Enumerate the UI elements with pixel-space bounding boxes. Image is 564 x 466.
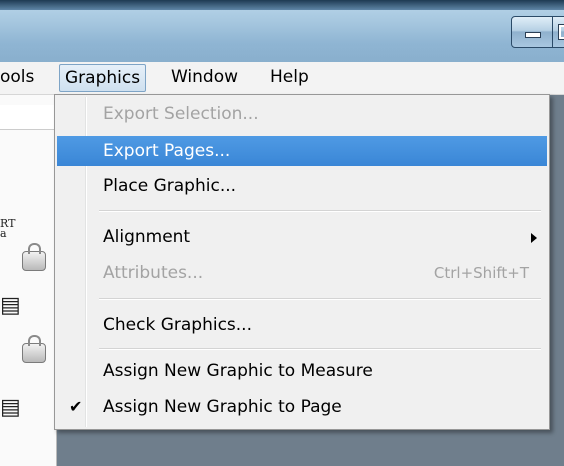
- menu-window[interactable]: Window: [165, 64, 244, 90]
- menu-item-alignment[interactable]: Alignment: [57, 222, 547, 252]
- menu-item-label: Place Graphic...: [103, 176, 237, 196]
- menu-item-label: Attributes...: [103, 263, 204, 283]
- menu-item-place-graphic[interactable]: Place Graphic...: [57, 171, 547, 201]
- submenu-arrow-icon: [531, 233, 537, 243]
- title-bar-band: [0, 0, 564, 10]
- menu-item-export-pages[interactable]: Export Pages...: [57, 136, 547, 166]
- menu-item-label: Assign New Graphic to Page: [103, 397, 342, 417]
- menu-item-label: Alignment: [103, 227, 191, 247]
- menu-graphics[interactable]: Graphics: [59, 64, 147, 92]
- menu-separator: [99, 298, 541, 300]
- lock-icon[interactable]: [22, 335, 46, 363]
- menu-item-export-selection[interactable]: Export Selection...: [57, 99, 547, 129]
- menu-tools[interactable]: ools: [0, 64, 40, 90]
- document-text-fragment: RT a: [0, 218, 15, 240]
- minimize-button[interactable]: [511, 16, 553, 48]
- menu-help[interactable]: Help: [264, 64, 315, 90]
- minimize-icon: [525, 32, 541, 38]
- menu-item-label: Export Pages...: [103, 141, 231, 161]
- menu-item-label: Assign New Graphic to Measure: [103, 361, 373, 381]
- menu-item-attributes[interactable]: Attributes... Ctrl+Shift+T: [57, 258, 547, 288]
- graphics-menu: Export Selection... Export Pages... Plac…: [54, 94, 550, 430]
- menu-separator: [99, 348, 541, 350]
- menu-item-check-graphics[interactable]: Check Graphics...: [57, 310, 547, 340]
- document-ruler: [0, 105, 56, 130]
- menu-item-assign-new-graphic-to-page[interactable]: ✔ Assign New Graphic to Page: [57, 392, 547, 422]
- lock-icon[interactable]: [22, 243, 46, 271]
- maximize-icon: [558, 24, 564, 40]
- title-bar: [0, 0, 564, 62]
- document-text-fragment-2: a: [0, 227, 7, 240]
- menu-item-shortcut: Ctrl+Shift+T: [433, 264, 529, 282]
- menu-item-label: Check Graphics...: [103, 315, 252, 335]
- menu-separator: [99, 210, 541, 212]
- maximize-button[interactable]: [553, 16, 564, 48]
- staff-glyph-icon: ▤: [0, 293, 21, 318]
- document-canvas[interactable]: RT a ▤ ▤: [0, 95, 57, 466]
- menu-item-assign-new-graphic-to-measure[interactable]: Assign New Graphic to Measure: [57, 356, 547, 386]
- window-controls: [511, 16, 564, 48]
- menu-bar: ools Graphics Window Help: [0, 62, 564, 95]
- barline-glyph-icon: ▤: [0, 395, 21, 420]
- menu-item-label: Export Selection...: [103, 104, 259, 124]
- checkmark-icon: ✔: [69, 397, 83, 416]
